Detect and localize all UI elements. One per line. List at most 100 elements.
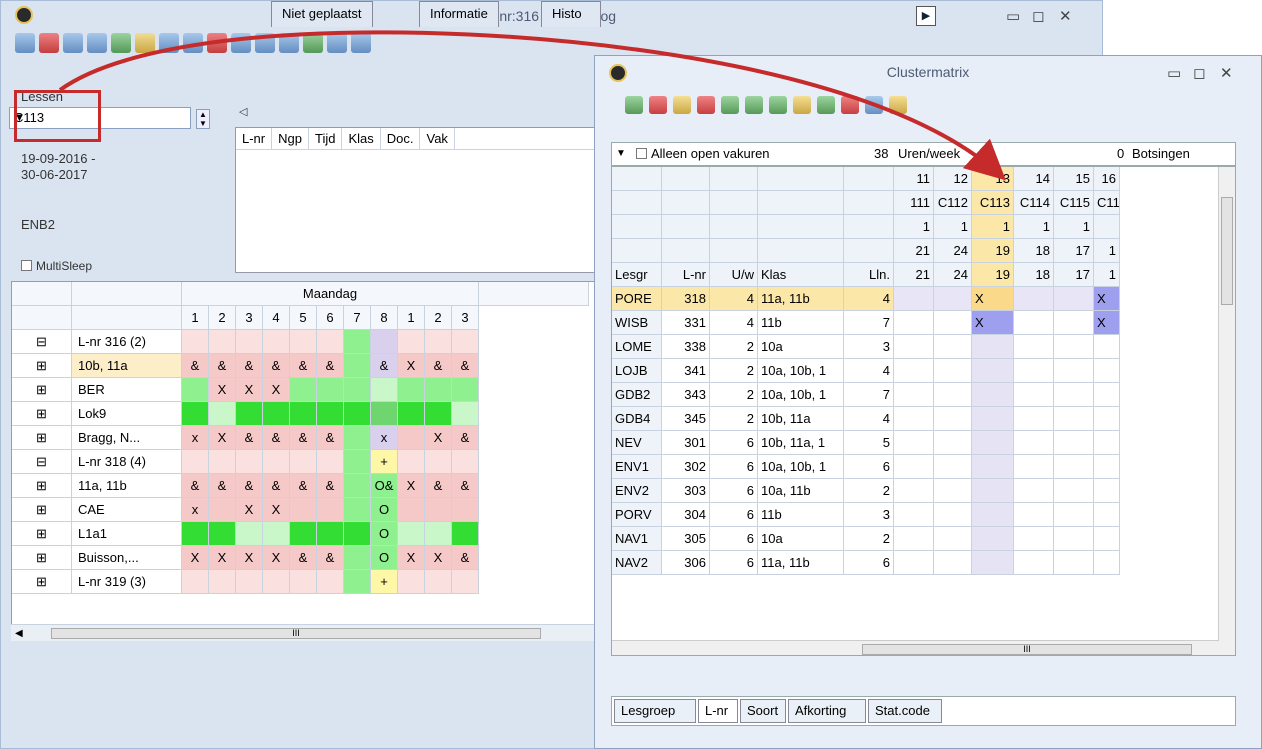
cluster-mark-cell[interactable]: [894, 431, 934, 455]
schedule-cell[interactable]: [398, 498, 425, 522]
klas-cell[interactable]: 10a: [758, 335, 844, 359]
schedule-cell[interactable]: [263, 570, 290, 594]
cm-header-cell[interactable]: [758, 191, 844, 215]
schedule-cell[interactable]: [236, 570, 263, 594]
lesgroep-cell[interactable]: LOJB: [612, 359, 662, 383]
schedule-cell[interactable]: [290, 570, 317, 594]
schedule-cell[interactable]: [452, 450, 479, 474]
lnr-cell[interactable]: 318: [662, 287, 710, 311]
tab-scroll-left-icon[interactable]: ◁: [239, 105, 247, 118]
lesgroep-cell[interactable]: NAV2: [612, 551, 662, 575]
lnr-cell[interactable]: 305: [662, 527, 710, 551]
lln-cell[interactable]: 4: [844, 359, 894, 383]
cluster-mark-cell[interactable]: [1054, 335, 1094, 359]
cluster-mark-cell[interactable]: [894, 407, 934, 431]
lesgroep-cell[interactable]: PORV: [612, 503, 662, 527]
schedule-cell[interactable]: &: [290, 474, 317, 498]
lesgroep-cell[interactable]: NAV1: [612, 527, 662, 551]
schedule-cell[interactable]: X: [425, 546, 452, 570]
schedule-cell[interactable]: X: [236, 498, 263, 522]
cluster-mark-cell[interactable]: [934, 359, 972, 383]
cluster-column-header[interactable]: 16: [1094, 167, 1120, 191]
schedule-cell[interactable]: [263, 450, 290, 474]
row-name[interactable]: Lok9: [72, 402, 182, 426]
lln-cell[interactable]: 3: [844, 335, 894, 359]
schedule-cell[interactable]: [425, 570, 452, 594]
cluster-mark-cell[interactable]: [894, 479, 934, 503]
schedule-cell[interactable]: [344, 354, 371, 378]
cluster-mark-cell[interactable]: [972, 431, 1014, 455]
tree-toggle-icon[interactable]: ⊞: [12, 498, 72, 522]
cluster-mark-cell[interactable]: [934, 479, 972, 503]
toolbar-icon-2[interactable]: [39, 33, 59, 53]
toolbar-icon-11[interactable]: [255, 33, 275, 53]
alleen-open-checkbox[interactable]: Alleen open vakuren: [636, 143, 770, 165]
cluster-mark-cell[interactable]: [972, 407, 1014, 431]
cm-header-cell[interactable]: [662, 167, 710, 191]
schedule-cell[interactable]: X: [425, 426, 452, 450]
schedule-cell[interactable]: [425, 450, 452, 474]
cluster-mark-cell[interactable]: [894, 359, 934, 383]
cluster-column-header[interactable]: C112: [934, 191, 972, 215]
minimize-icon[interactable]: ▭: [1006, 7, 1020, 25]
cm-header-cell[interactable]: [612, 239, 662, 263]
lln-cell[interactable]: 5: [844, 431, 894, 455]
schedule-cell[interactable]: X: [263, 546, 290, 570]
lnr-cell[interactable]: 302: [662, 455, 710, 479]
cm-horizontal-scrollbar[interactable]: III: [612, 640, 1219, 655]
schedule-cell[interactable]: +: [371, 570, 398, 594]
lesgroep-cell[interactable]: ENV2: [612, 479, 662, 503]
cluster-column-header[interactable]: 1: [972, 215, 1014, 239]
row-name[interactable]: CAE: [72, 498, 182, 522]
schedule-cell[interactable]: &: [452, 354, 479, 378]
schedule-cell[interactable]: &: [317, 474, 344, 498]
cluster-column-header[interactable]: [1094, 215, 1120, 239]
cluster-mark-cell[interactable]: [1054, 383, 1094, 407]
schedule-cell[interactable]: &: [425, 354, 452, 378]
uw-cell[interactable]: 2: [710, 383, 758, 407]
cluster-mark-cell[interactable]: [1094, 479, 1120, 503]
klas-cell[interactable]: 11b: [758, 311, 844, 335]
schedule-cell[interactable]: [425, 378, 452, 402]
schedule-cell[interactable]: [290, 522, 317, 546]
col-klas[interactable]: Klas: [342, 128, 381, 149]
klas-cell[interactable]: 10a, 10b, 1: [758, 455, 844, 479]
schedule-cell[interactable]: [317, 378, 344, 402]
uw-cell[interactable]: 6: [710, 503, 758, 527]
schedule-cell[interactable]: [182, 330, 209, 354]
cluster-mark-cell[interactable]: [894, 503, 934, 527]
cluster-mark-cell[interactable]: [972, 383, 1014, 407]
toolbar-icon-7[interactable]: [159, 33, 179, 53]
schedule-cell[interactable]: &: [290, 426, 317, 450]
row-name[interactable]: L-nr 319 (3): [72, 570, 182, 594]
row-name[interactable]: L-nr 316 (2): [72, 330, 182, 354]
cluster-column-header[interactable]: 21: [894, 239, 934, 263]
cm-header-cell[interactable]: [662, 239, 710, 263]
schedule-cell[interactable]: X: [236, 378, 263, 402]
tree-toggle-icon[interactable]: ⊞: [12, 402, 72, 426]
schedule-cell[interactable]: [182, 570, 209, 594]
cm-header-cell[interactable]: [844, 239, 894, 263]
schedule-cell[interactable]: [290, 450, 317, 474]
schedule-cell[interactable]: [236, 402, 263, 426]
schedule-cell[interactable]: X: [398, 546, 425, 570]
schedule-cell[interactable]: &: [209, 354, 236, 378]
lnr-cell[interactable]: 331: [662, 311, 710, 335]
row-name[interactable]: 11a, 11b: [72, 474, 182, 498]
cm-header-cell[interactable]: [710, 191, 758, 215]
bottom-tab-lnr[interactable]: L-nr: [698, 699, 738, 723]
schedule-cell[interactable]: &: [236, 426, 263, 450]
schedule-cell[interactable]: X: [236, 546, 263, 570]
schedule-cell[interactable]: X: [398, 354, 425, 378]
schedule-cell[interactable]: x: [371, 426, 398, 450]
cluster-mark-cell[interactable]: [934, 383, 972, 407]
cm-column-header[interactable]: Lln.: [844, 263, 894, 287]
schedule-cell[interactable]: [344, 450, 371, 474]
uw-cell[interactable]: 6: [710, 527, 758, 551]
schedule-cell[interactable]: [371, 378, 398, 402]
list-icon[interactable]: [231, 33, 251, 53]
cm-header-cell[interactable]: [844, 215, 894, 239]
cm-tool-10[interactable]: [841, 96, 859, 114]
cluster-column-header[interactable]: 18: [1014, 239, 1054, 263]
bottom-tab-statcode[interactable]: Stat.code: [868, 699, 942, 723]
